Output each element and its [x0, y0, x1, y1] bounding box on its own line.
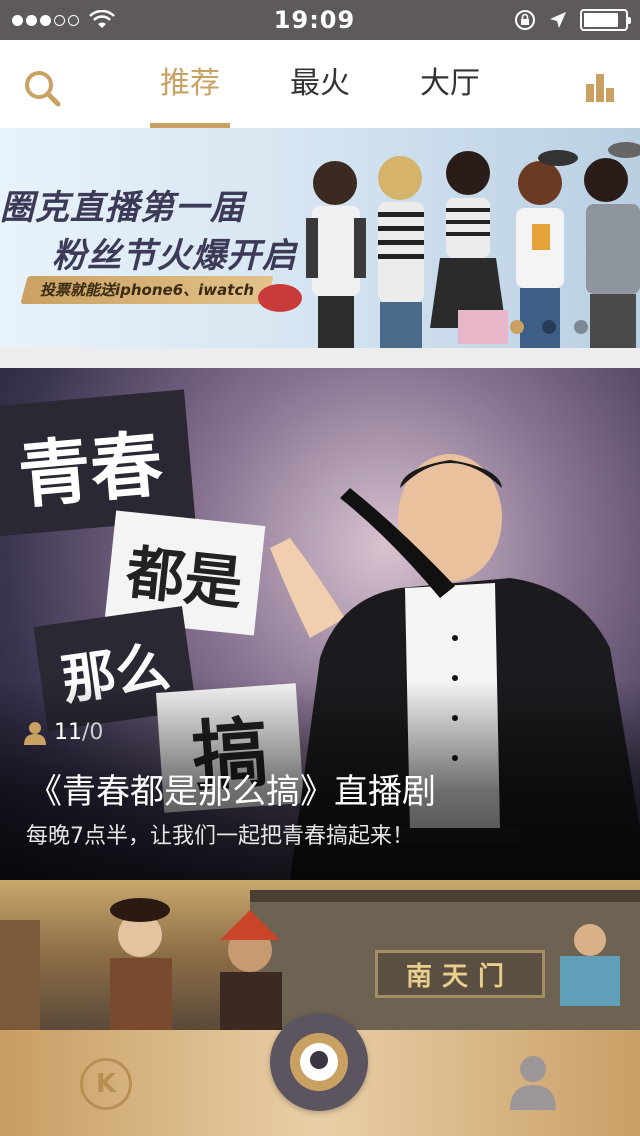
- status-right: [514, 9, 631, 31]
- tab-recommended[interactable]: 推荐: [150, 40, 230, 128]
- viewer-count-total: 0: [89, 720, 104, 745]
- live-room-title: 《青春都是那么搞》直播剧: [28, 772, 436, 812]
- section-divider: [0, 348, 640, 368]
- viewer-count: 11/0: [54, 720, 103, 745]
- search-icon[interactable]: [22, 68, 62, 108]
- pagination-dot[interactable]: [574, 320, 588, 334]
- top-nav-bar: 推荐 最火 大厅: [0, 40, 640, 128]
- live-room-card[interactable]: 青春 都是 那么 搞 11/0 《青春都是那么搞》直播剧 每晚7点半，让我们一起…: [0, 368, 640, 880]
- poster-text-block: 青春: [0, 389, 196, 537]
- top-tabs: 推荐 最火 大厅: [150, 40, 490, 128]
- banner-title-line1: 圈克直播第一届: [0, 188, 245, 228]
- viewer-count-row: 11/0: [24, 720, 103, 745]
- tab-hottest[interactable]: 最火: [280, 40, 360, 128]
- ranking-chart-icon[interactable]: [584, 70, 616, 102]
- viewer-count-current: 11: [54, 720, 82, 745]
- banner-group-photo: [258, 142, 640, 348]
- location-arrow-icon: [550, 12, 566, 28]
- viewer-person-icon: [24, 721, 46, 745]
- rotation-lock-icon: [515, 10, 535, 30]
- live-room-subtitle: 每晚7点半，让我们一起把青春搞起来！: [26, 824, 414, 849]
- signal-strength-icon: [12, 14, 79, 26]
- status-bar: 19:09: [0, 0, 640, 40]
- pagination-dot[interactable]: [510, 320, 524, 334]
- banner-promo-text: 投票就能送iphone6、iwatch: [40, 281, 255, 299]
- status-time: 19:09: [273, 6, 356, 34]
- banner-promo-pill: 投票就能送iphone6、iwatch: [20, 276, 274, 304]
- costumed-characters-photo: [0, 898, 620, 1030]
- battery-icon: [580, 9, 631, 31]
- live-camera-icon: [290, 1033, 348, 1091]
- promo-banner[interactable]: 圈克直播第一届 粉丝节火爆开启 投票就能送iphone6、iwatch: [0, 128, 640, 348]
- live-room-card-2[interactable]: 南天门: [0, 880, 640, 1030]
- home-icon[interactable]: K: [80, 1058, 132, 1110]
- status-left: [12, 10, 115, 30]
- profile-icon[interactable]: [510, 1054, 556, 1110]
- banner-pagination: [510, 320, 588, 334]
- start-live-button[interactable]: [270, 1013, 368, 1111]
- tab-lobby[interactable]: 大厅: [410, 40, 490, 128]
- wifi-icon: [89, 10, 115, 28]
- pagination-dot[interactable]: [542, 320, 556, 334]
